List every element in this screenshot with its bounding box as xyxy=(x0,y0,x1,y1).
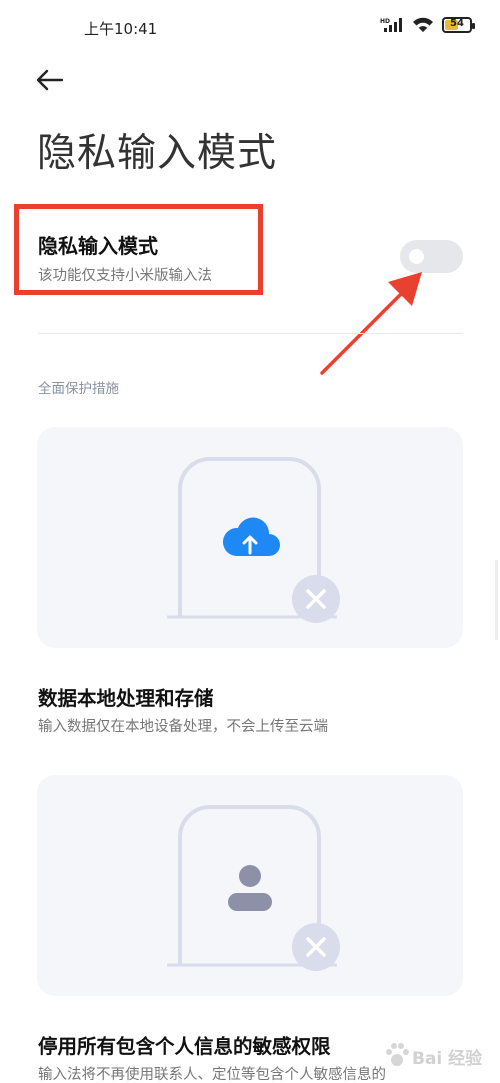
status-time: 上午10:41 xyxy=(84,20,158,38)
svg-text:HD: HD xyxy=(380,18,390,25)
status-icons: HD 54 xyxy=(380,17,475,33)
feature-title: 停用所有包含个人信息的敏感权限 xyxy=(38,1035,331,1058)
section-header: 全面保护措施 xyxy=(38,381,119,397)
paw-icon xyxy=(386,1043,409,1066)
close-icon xyxy=(292,575,340,623)
hd-signal-icon: HD xyxy=(380,18,402,32)
battery-tip xyxy=(472,23,475,29)
phone-illustration xyxy=(167,457,340,623)
feature-title: 数据本地处理和存储 xyxy=(38,687,214,710)
privacy-mode-toggle[interactable] xyxy=(400,240,463,273)
feature-description: 输入数据仅在本地设备处理，不会上传至云端 xyxy=(38,719,328,735)
feature-description: 输入法将不再使用联系人、定位等包含个人敏感信息的 xyxy=(38,1067,386,1083)
scrollbar[interactable] xyxy=(495,560,498,640)
cloud-upload-icon xyxy=(222,517,280,556)
phone-illustration xyxy=(167,805,340,971)
back-button[interactable] xyxy=(32,62,68,98)
feature-card-permissions xyxy=(37,775,463,996)
person-icon xyxy=(228,865,272,911)
setting-subtitle: 该功能仅支持小米版输入法 xyxy=(38,268,212,284)
setting-title: 隐私输入模式 xyxy=(38,234,158,258)
status-bar: 上午10:41 HD 54 xyxy=(0,0,500,56)
close-icon xyxy=(292,923,340,971)
feature-card-local-data xyxy=(37,427,463,648)
battery-icon: 54 xyxy=(442,17,475,33)
battery-level: 54 xyxy=(450,18,464,29)
page-title: 隐私输入模式 xyxy=(37,131,278,176)
toggle-knob xyxy=(409,249,424,264)
wifi-icon xyxy=(413,17,433,32)
arrow-left-icon xyxy=(36,69,64,91)
watermark-text: Bai 经验 xyxy=(412,1049,483,1069)
watermark-logo: Bai 经验 xyxy=(382,1032,494,1078)
divider xyxy=(38,333,463,334)
